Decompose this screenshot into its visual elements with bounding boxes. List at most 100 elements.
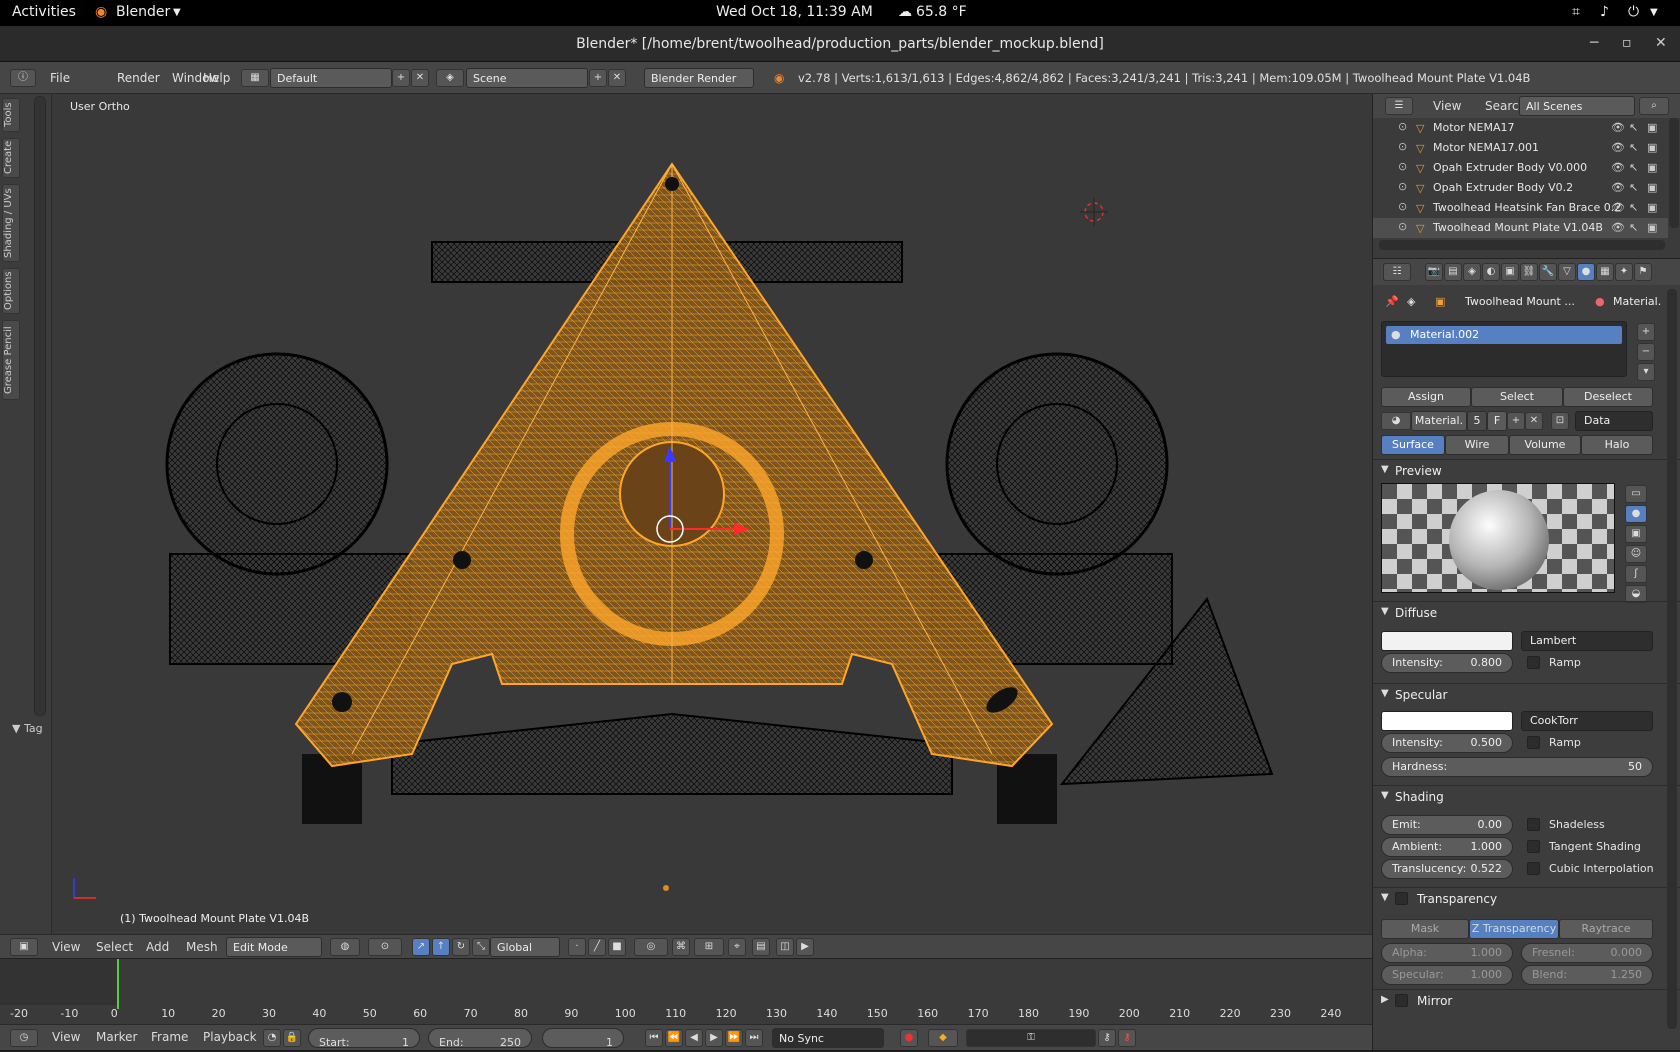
specular-shader-select[interactable]: CookTorr: [1521, 711, 1653, 731]
material-tab-icon[interactable]: ●: [1577, 263, 1595, 281]
restrict-dot-icon[interactable]: ⊙: [1398, 200, 1407, 213]
menu-view[interactable]: View: [52, 940, 80, 954]
add-scene-icon[interactable]: +: [589, 69, 607, 87]
outliner-item-name[interactable]: Motor NEMA17.001: [1433, 141, 1539, 154]
layout-field[interactable]: Default: [270, 68, 392, 88]
renderable-camera-icon[interactable]: ▣: [1647, 141, 1657, 154]
snap-element-icon[interactable]: ⊞: [694, 938, 724, 956]
tab-options[interactable]: Options: [2, 268, 20, 314]
minimize-icon[interactable]: ─: [1590, 35, 1598, 51]
render-preview-icon[interactable]: ◫: [776, 938, 794, 956]
sync-mode-select[interactable]: No Sync: [772, 1028, 884, 1048]
vertex-select-icon[interactable]: ·: [568, 938, 586, 956]
diffuse-color-swatch[interactable]: [1381, 631, 1513, 651]
play-icon[interactable]: ▶: [705, 1029, 723, 1047]
outliner-item[interactable]: ⊙ ▽ Twoolhead Heatsink Fan Brace 0.2 👁 ↖ ▣: [1373, 198, 1668, 218]
jump-end-icon[interactable]: ⏭: [745, 1029, 763, 1047]
texture-tab-icon[interactable]: ▦: [1596, 263, 1614, 281]
preview-flat-icon[interactable]: ▭: [1625, 485, 1647, 503]
remove-scene-icon[interactable]: ✕: [608, 69, 626, 87]
outliner-item[interactable]: ⊙ ▽ Opah Extruder Body V0.000 👁 ↖ ▣: [1373, 158, 1668, 178]
tl-menu-marker[interactable]: Marker: [96, 1030, 137, 1044]
selectable-cursor-icon[interactable]: ↖: [1629, 161, 1638, 174]
specular-ramp-checkbox[interactable]: [1527, 736, 1540, 749]
material-users-count[interactable]: 5: [1467, 411, 1487, 431]
tab-surface[interactable]: Surface: [1381, 435, 1445, 455]
record-icon[interactable]: ●: [900, 1029, 918, 1047]
outliner-hscrollbar[interactable]: [1379, 240, 1665, 250]
activities-button[interactable]: Activities: [12, 4, 76, 20]
selected-mount-plate[interactable]: [294, 162, 1054, 768]
fresnel-field[interactable]: Fresnel: 0.000: [1521, 943, 1653, 963]
selectable-cursor-icon[interactable]: ↖: [1629, 221, 1638, 234]
tab-tools[interactable]: Tools: [2, 98, 20, 132]
preview-cube-icon[interactable]: ▣: [1625, 525, 1647, 543]
fake-user-button[interactable]: F: [1487, 411, 1507, 431]
keying-set-field[interactable]: ⚿: [966, 1029, 1096, 1047]
tab-halo[interactable]: Halo: [1581, 435, 1653, 455]
hardness-field[interactable]: Hardness: 50: [1381, 757, 1653, 777]
tab-shading-uvs[interactable]: Shading / UVs: [2, 184, 20, 262]
visibility-eye-icon[interactable]: 👁: [1611, 201, 1625, 214]
tab-grease-pencil[interactable]: Grease Pencil: [2, 320, 20, 400]
outliner-editor-icon[interactable]: ☰: [1385, 97, 1413, 115]
selectable-cursor-icon[interactable]: ↖: [1629, 141, 1638, 154]
render-animation-icon[interactable]: ▶: [796, 938, 814, 956]
slot-specials-icon[interactable]: ▾: [1637, 363, 1655, 381]
menu-mesh[interactable]: Mesh: [186, 940, 218, 954]
diffuse-ramp-checkbox[interactable]: [1527, 656, 1540, 669]
network-icon[interactable]: ⌗: [1572, 4, 1580, 20]
maximize-icon[interactable]: ▫: [1622, 35, 1632, 51]
outliner-item[interactable]: ⊙ ▽ Motor NEMA17 👁 ↖ ▣: [1373, 118, 1668, 138]
alpha-field[interactable]: Alpha: 1.000: [1381, 943, 1513, 963]
outliner-item-name[interactable]: Motor NEMA17: [1433, 121, 1514, 134]
render-layers-tab-icon[interactable]: ▤: [1444, 263, 1462, 281]
remove-layout-icon[interactable]: ✕: [411, 69, 429, 87]
remove-slot-icon[interactable]: −: [1637, 343, 1655, 361]
play-reverse-icon[interactable]: ◀: [685, 1029, 703, 1047]
deselect-button[interactable]: Deselect: [1563, 387, 1653, 407]
properties-scrollbar[interactable]: [1667, 289, 1677, 1029]
outliner-item[interactable]: ⊙ ▽ Opah Extruder Body V0.2 👁 ↖ ▣: [1373, 178, 1668, 198]
data-tab-icon[interactable]: ▽: [1558, 263, 1576, 281]
face-select-icon[interactable]: ■: [608, 938, 626, 956]
selectable-cursor-icon[interactable]: ↖: [1629, 121, 1638, 134]
visibility-eye-icon[interactable]: 👁: [1611, 181, 1625, 194]
restrict-dot-icon[interactable]: ⊙: [1398, 160, 1407, 173]
selectable-cursor-icon[interactable]: ↖: [1629, 201, 1638, 214]
specular-panel-header[interactable]: ▼ Specular: [1373, 683, 1680, 705]
delete-keyframe-icon[interactable]: ⚷: [1118, 1029, 1136, 1047]
manipulator-toggle-icon[interactable]: ↗: [412, 938, 430, 956]
viewport-shading-icon[interactable]: ◍: [330, 938, 360, 956]
material-name-field[interactable]: Material.: [1411, 411, 1467, 431]
prev-keyframe-icon[interactable]: ⏪: [665, 1029, 683, 1047]
trans-specular-field[interactable]: Specular: 1.000: [1381, 965, 1513, 985]
close-icon[interactable]: ✕: [1655, 35, 1667, 51]
restrict-dot-icon[interactable]: ⊙: [1398, 140, 1407, 153]
transparency-mask-button[interactable]: Mask: [1381, 919, 1469, 939]
material-slot-row[interactable]: ● Material.002: [1386, 326, 1622, 344]
power-icon[interactable]: ⏻: [1628, 4, 1639, 20]
tl-menu-view[interactable]: View: [52, 1030, 80, 1044]
proportional-edit-icon[interactable]: ◎: [634, 938, 668, 956]
visibility-eye-icon[interactable]: 👁: [1611, 141, 1625, 154]
insert-keyframe-icon[interactable]: ⚷: [1098, 1029, 1116, 1047]
scene-tab-icon[interactable]: ◈: [1463, 263, 1481, 281]
add-slot-icon[interactable]: +: [1637, 323, 1655, 341]
diffuse-shader-select[interactable]: Lambert: [1521, 631, 1653, 651]
weather-text[interactable]: 65.8 °F: [916, 4, 967, 20]
new-material-icon[interactable]: +: [1507, 412, 1525, 430]
tool-shelf-scrollbar[interactable]: [34, 96, 46, 716]
3d-viewport[interactable]: User Ortho (1) Twoolhead Mount Plate V1.…: [52, 94, 1372, 934]
renderable-camera-icon[interactable]: ▣: [1647, 121, 1657, 134]
visibility-eye-icon[interactable]: 👁: [1611, 221, 1625, 234]
outliner-item-name[interactable]: Opah Extruder Body V0.2: [1433, 181, 1573, 194]
world-tab-icon[interactable]: ◐: [1482, 263, 1500, 281]
pin-icon[interactable]: 📌: [1385, 295, 1399, 308]
layout-icon[interactable]: ▦: [241, 69, 269, 87]
end-frame-field[interactable]: End: 250: [428, 1028, 532, 1049]
assign-button[interactable]: Assign: [1381, 387, 1471, 407]
timeline[interactable]: -20 -10 0 10 20 30 40 50 60 70 80 90 100 110 120 130 140…: [0, 958, 1372, 1024]
snap-toggle-icon[interactable]: ⌘: [672, 938, 690, 956]
mode-select[interactable]: Edit Mode: [226, 937, 322, 957]
